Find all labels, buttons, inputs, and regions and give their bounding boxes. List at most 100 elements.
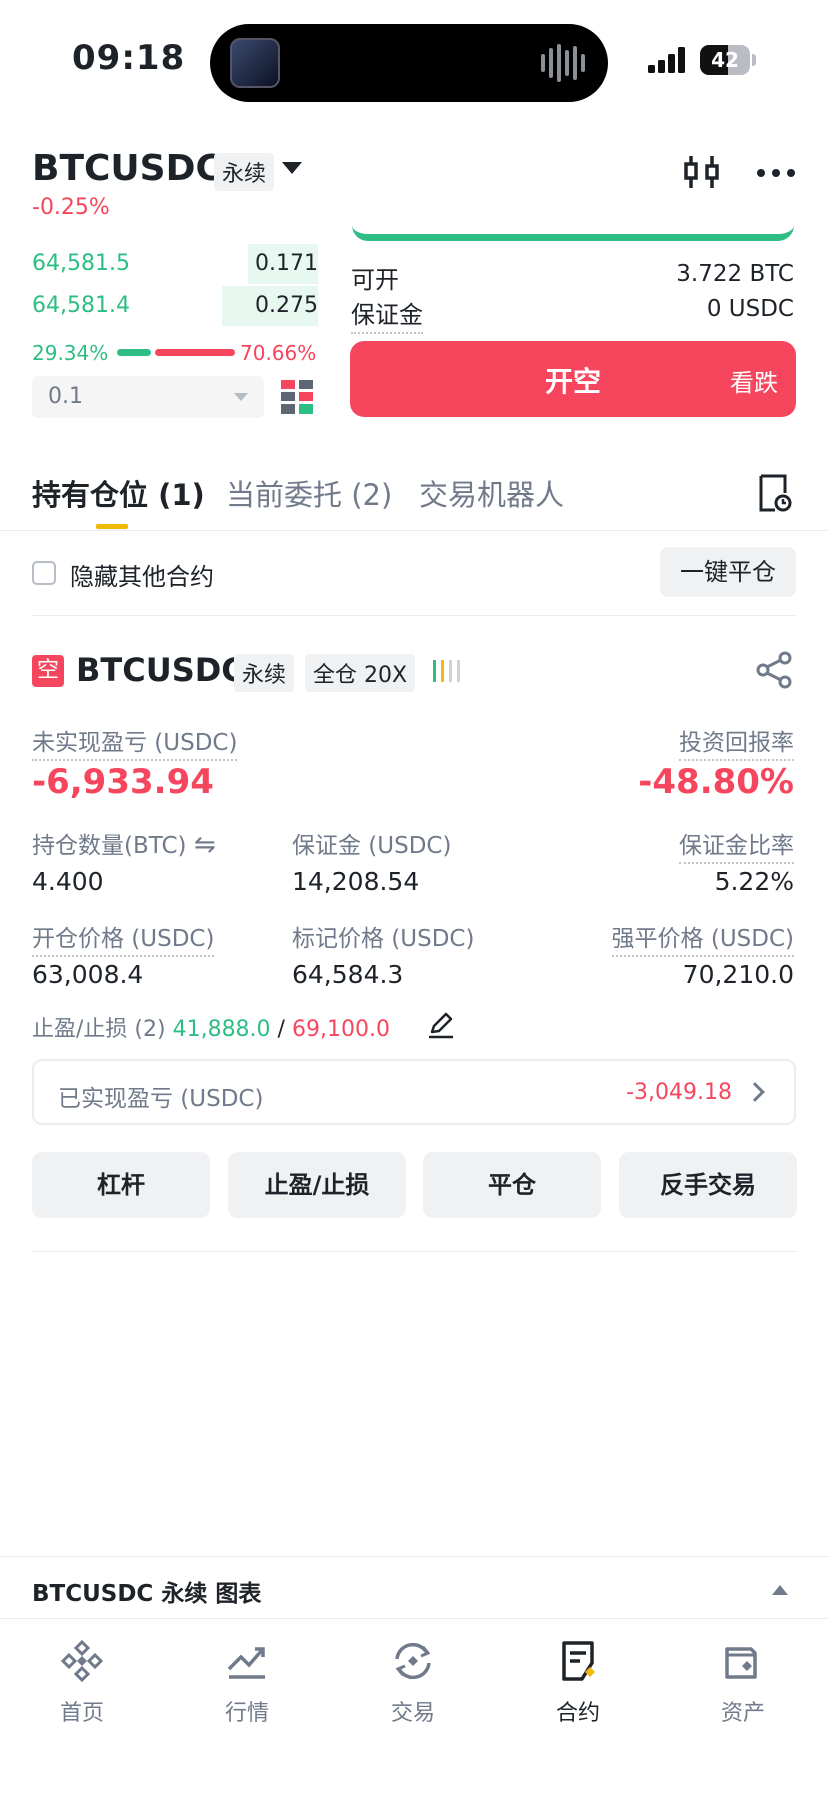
nav-home[interactable]: 首页 [12, 1639, 152, 1727]
candlestick-chart-icon[interactable] [682, 152, 722, 192]
mark-price-label: 标记价格 (USDC) [292, 926, 475, 952]
buy-ratio: 29.34% [32, 341, 109, 365]
share-icon[interactable] [754, 650, 794, 690]
unrealized-pnl-label[interactable]: 未实现盈亏 (USDC) [32, 723, 238, 761]
orderbook-price[interactable]: 64,581.4 [32, 293, 130, 318]
symbol-title[interactable]: BTCUSDC [32, 148, 222, 189]
buy-ratio-bar [117, 349, 151, 356]
margin-label[interactable]: 保证金 [351, 295, 423, 334]
long-button-edge[interactable] [352, 225, 794, 241]
active-tab-indicator [96, 524, 128, 529]
nav-futures[interactable]: 合约 [508, 1639, 648, 1727]
divider [32, 615, 796, 616]
nav-futures-label: 合约 [555, 1701, 600, 1726]
margin-value: 0 USDC [706, 296, 794, 322]
orderbook-qty: 0.171 [255, 251, 318, 276]
orderbook-qty: 0.275 [255, 293, 318, 318]
nav-assets-label: 资产 [720, 1701, 765, 1726]
position-size-label[interactable]: 持仓数量(BTC) ⇋ [32, 826, 216, 860]
reverse-trade-button[interactable]: 反手交易 [619, 1152, 797, 1218]
entry-price-value: 63,008.4 [32, 960, 144, 989]
position-margin-value: 14,208.54 [292, 867, 420, 896]
leverage-button[interactable]: 杠杆 [32, 1152, 210, 1218]
status-time: 09:18 [72, 38, 186, 78]
depth-precision-value: 0.1 [48, 384, 83, 409]
realized-pnl-label: 已实现盈亏 (USDC) [58, 1086, 264, 1112]
dynamic-island [210, 24, 608, 102]
contract-type-tag: 永续 [214, 153, 275, 191]
edit-pencil-icon[interactable] [426, 1010, 456, 1040]
close-all-button[interactable]: 一键平仓 [660, 547, 796, 597]
sell-ratio-bar [155, 349, 235, 356]
position-contract-tag: 永续 [234, 654, 295, 692]
liq-price-label[interactable]: 强平价格 (USDC) [611, 919, 794, 957]
entry-price-label[interactable]: 开仓价格 (USDC) [32, 919, 215, 957]
divider [0, 530, 828, 531]
risk-level-icon [433, 660, 460, 682]
chart-drawer-label: BTCUSDC 永续 图表 [32, 1581, 262, 1607]
app-thumbnail-icon [230, 38, 280, 88]
tab-open-orders[interactable]: 当前委托 (2) [226, 472, 392, 514]
hide-other-checkbox[interactable] [32, 561, 56, 585]
trade-swap-icon [395, 1642, 431, 1680]
open-short-sublabel: 看跌 [730, 369, 778, 397]
close-position-button[interactable]: 平仓 [423, 1152, 601, 1218]
nav-trade-label: 交易 [390, 1701, 435, 1726]
mark-price-value: 64,584.3 [292, 960, 404, 989]
realized-pnl-row[interactable]: 已实现盈亏 (USDC) -3,049.18 [32, 1059, 796, 1125]
divider [32, 1251, 796, 1252]
depth-precision-select[interactable]: 0.1 [32, 376, 264, 418]
nav-assets[interactable]: 资产 [673, 1639, 813, 1727]
sell-ratio: 70.66% [240, 341, 317, 365]
margin-mode-tag[interactable]: 全仓 20X [305, 654, 416, 692]
margin-ratio-value: 5.22% [714, 867, 794, 896]
tpsl-button[interactable]: 止盈/止损 [228, 1152, 406, 1218]
nav-markets-label: 行情 [224, 1701, 269, 1726]
orderbook-layout-icon[interactable] [281, 380, 313, 414]
more-options-icon[interactable] [756, 168, 796, 178]
audio-wave-icon [541, 44, 585, 82]
available-label: 可开 [351, 266, 399, 294]
order-history-icon[interactable] [758, 473, 792, 513]
stop-loss-value: 69,100.0 [291, 1017, 390, 1042]
roe-label[interactable]: 投资回报率 [679, 723, 794, 761]
roe-value: -48.80% [638, 762, 794, 802]
bottom-nav: 首页 行情 交易 合约 资产 [0, 1618, 828, 1796]
chart-drawer[interactable]: BTCUSDC 永续 图表 [0, 1556, 828, 1618]
liq-price-value: 70,210.0 [682, 960, 794, 989]
markets-chart-icon [227, 1647, 265, 1679]
swap-unit-icon[interactable]: ⇋ [194, 830, 216, 860]
tpsl-separator: / [277, 1017, 285, 1042]
nav-home-label: 首页 [59, 1701, 104, 1726]
home-diamond-icon [60, 1639, 104, 1683]
nav-trade[interactable]: 交易 [343, 1639, 483, 1727]
margin-ratio-label[interactable]: 保证金比率 [679, 826, 794, 864]
battery-icon: 42 [700, 45, 750, 75]
cellular-signal-icon [648, 47, 685, 73]
position-symbol[interactable]: BTCUSDC [76, 651, 245, 689]
position-margin-label: 保证金 (USDC) [292, 833, 452, 859]
available-value: 3.722 BTC [676, 261, 794, 287]
battery-level: 42 [711, 48, 739, 72]
position-size-label-text: 持仓数量(BTC) [32, 833, 187, 859]
take-profit-value: 41,888.0 [172, 1017, 271, 1042]
open-short-button[interactable]: 开空 看跌 [350, 341, 796, 417]
short-side-badge: 空 [32, 655, 64, 687]
position-size-value: 4.400 [32, 867, 104, 896]
chevron-down-icon [234, 393, 248, 401]
price-change: -0.25% [32, 195, 110, 220]
tab-trading-bots[interactable]: 交易机器人 [419, 472, 564, 514]
symbol-dropdown-icon[interactable] [282, 162, 302, 174]
unrealized-pnl-value: -6,933.94 [32, 762, 214, 802]
chevron-right-icon [745, 1082, 765, 1102]
realized-pnl-value: -3,049.18 [626, 1080, 732, 1105]
chevron-up-icon [772, 1585, 788, 1595]
futures-document-icon [562, 1641, 595, 1681]
hide-other-label[interactable]: 隐藏其他合约 [70, 557, 214, 592]
orderbook-price[interactable]: 64,581.5 [32, 251, 130, 276]
tpsl-line: 止盈/止损 (2) 41,888.0 / 69,100.0 [32, 1011, 390, 1043]
wallet-icon [725, 1647, 757, 1679]
tpsl-label: 止盈/止损 (2) [32, 1017, 166, 1042]
nav-markets[interactable]: 行情 [177, 1639, 317, 1727]
tab-positions[interactable]: 持有仓位 (1) [32, 472, 205, 514]
